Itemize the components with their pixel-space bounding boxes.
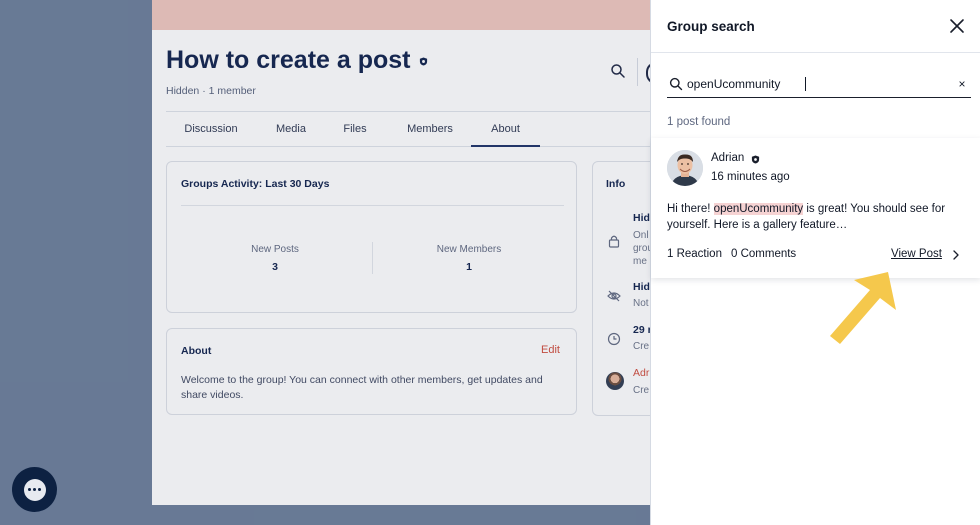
search-field: × [667,72,971,98]
verified-badge-icon [751,155,760,164]
avatar[interactable] [667,150,703,186]
search-highlight: openUcommunity [713,203,804,215]
post-excerpt: Hi there! openUcommunity is great! You s… [667,201,967,233]
post-timestamp: 16 minutes ago [711,171,790,183]
reaction-count[interactable]: 1 Reaction [667,248,722,260]
panel-title: Group search [667,19,755,34]
comment-count[interactable]: 0 Comments [731,248,796,260]
close-icon[interactable] [948,17,966,35]
author-photo [667,150,703,186]
result-count: 1 post found [667,116,731,128]
search-result-card[interactable]: Adrian 16 minutes ago Hi there! openUcom… [651,138,980,278]
chat-launcher-button[interactable] [12,467,57,512]
pointer-arrow-icon [830,272,896,344]
chat-bubble-icon [23,478,46,501]
clear-search-icon[interactable]: × [955,76,969,92]
group-search-panel: Group search × 1 post found Adrian 16 mi… [650,0,980,525]
text-caret [805,77,806,91]
modal-backdrop[interactable] [0,0,650,525]
author-name[interactable]: Adrian [711,152,744,164]
search-input[interactable] [687,74,947,94]
post-excerpt-before: Hi there! [667,203,714,215]
search-icon [669,77,683,91]
view-post-link[interactable]: View Post [891,248,942,260]
chevron-right-icon[interactable] [951,249,961,261]
panel-divider [651,52,980,53]
